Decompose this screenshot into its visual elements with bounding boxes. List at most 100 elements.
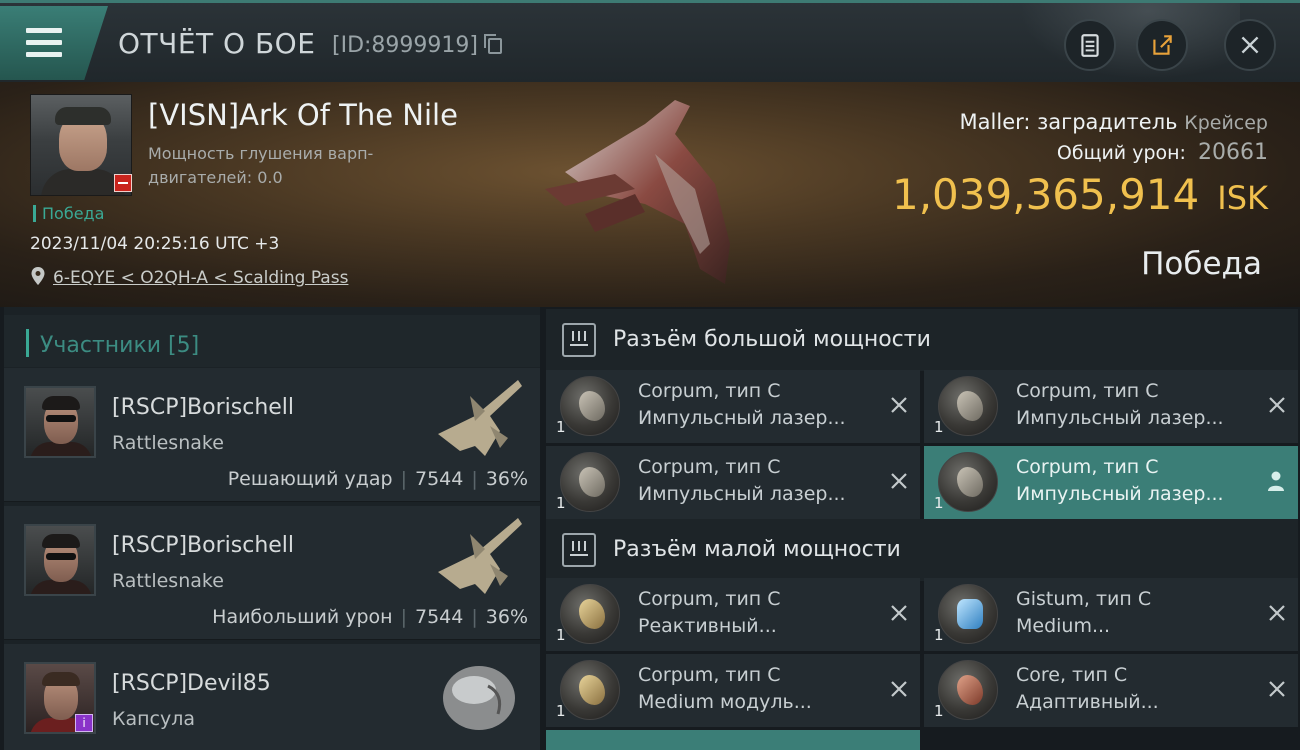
reactive-armor-icon [560, 584, 620, 644]
participant-percent: 36% [485, 468, 528, 490]
module-item[interactable]: 1 Corpum, тип C Импульсный лазер... [546, 370, 920, 443]
warp-scramble-label: Мощность глушения варп-двигателей: 0.0 [148, 144, 374, 187]
high-slot-header: Разъём большой мощности [546, 309, 1298, 371]
avatar-shoulders [30, 580, 92, 594]
header-decoration [1010, 3, 1240, 85]
participant-damage: 7544 [415, 468, 464, 490]
location-pin-icon [31, 267, 45, 285]
module-item[interactable]: 1 Corpum, тип C Реактивный... [546, 578, 920, 651]
module-item[interactable]: 1 Corpum, тип C Импульсный лазер... [546, 446, 920, 519]
close-button[interactable] [1224, 19, 1276, 71]
shield-extender-icon [938, 584, 998, 644]
module-desc: Импульсный лазер... [1016, 483, 1224, 505]
isk-amount: 1,039,365,914 [891, 170, 1200, 219]
participant-name: [RSCP]Borischell [112, 395, 295, 420]
module-desc: Импульсный лазер... [638, 483, 846, 505]
pulse-laser-icon [938, 452, 998, 512]
total-damage-value: 20661 [1198, 140, 1268, 165]
avatar-shoulders [30, 442, 92, 456]
module-icon-glyph [957, 675, 983, 705]
armor-module-icon [560, 660, 620, 720]
portrait-cap [55, 107, 111, 125]
module-desc: Импульсный лазер... [638, 407, 846, 429]
module-desc: Адаптивный... [1016, 691, 1159, 713]
separator: | [471, 606, 478, 628]
module-quantity: 1 [556, 702, 566, 720]
avatar-hair [42, 672, 80, 686]
low-slot-icon [562, 533, 596, 567]
portrait-body [41, 169, 125, 195]
rattlesnake-ship-image [438, 380, 522, 456]
module-icon-glyph [957, 467, 983, 497]
separator: | [471, 468, 478, 490]
module-quantity: 1 [934, 494, 944, 512]
module-item-partial[interactable] [546, 730, 920, 750]
copy-icon[interactable] [484, 34, 502, 54]
destroyed-icon [891, 397, 907, 413]
participant-card[interactable]: i [RSCP]Devil85 Капсула [4, 644, 540, 750]
module-item[interactable]: 1 Corpum, тип C Импульсный лазер... [924, 370, 1298, 443]
participants-header: Участники [5] [4, 315, 540, 367]
module-icon-glyph [579, 599, 605, 629]
share-icon [1153, 35, 1172, 55]
report-id: [ID:8999919] [332, 33, 478, 58]
module-name: Corpum, тип C [638, 456, 781, 478]
destroyed-icon [1269, 681, 1285, 697]
total-damage-label: Общий урон: [1056, 142, 1186, 164]
menu-icon-line [26, 52, 62, 57]
victim-ship-image[interactable] [525, 94, 755, 294]
module-name: Core, тип C [1016, 664, 1128, 686]
module-desc: Medium... [1016, 615, 1111, 637]
avatar[interactable] [24, 386, 96, 458]
battle-result: Победа [1141, 246, 1262, 282]
participant-role: Наибольший урон | 7544 | 36% [212, 606, 528, 628]
location-link[interactable]: 6-EQYE < O2QH-A < Scalding Pass [53, 268, 348, 288]
participant-name: [RSCP]Borischell [112, 533, 295, 558]
clipboard-button[interactable] [1064, 19, 1116, 71]
module-item[interactable]: 1 Corpum, тип C Medium модуль... [546, 654, 920, 727]
module-item-active[interactable]: 1 Corpum, тип C Импульсный лазер... [924, 446, 1298, 519]
module-quantity: 1 [556, 418, 566, 436]
total-damage: Общий урон: 20661 [1057, 140, 1268, 165]
security-status-badge [114, 174, 132, 192]
separator: | [400, 468, 407, 490]
destroyed-icon [891, 605, 907, 621]
victim-name[interactable]: [VISN]Ark Of The Nile [148, 98, 458, 132]
high-slot-title: Разъём большой мощности [613, 327, 931, 352]
participant-card[interactable]: [RSCP]Borischell Rattlesnake Наибольший … [4, 506, 540, 640]
module-name: Corpum, тип C [1016, 380, 1159, 402]
participant-ship: Rattlesnake [112, 432, 224, 454]
menu-button[interactable] [0, 6, 108, 80]
participants-panel: Участники [5] [RSCP]Borischell Rattlesna… [4, 307, 540, 750]
menu-icon [26, 28, 62, 33]
top-bar: ОТЧЁТ О БОЕ [ID:8999919] [0, 0, 1300, 85]
low-slot-header: Разъём малой мощности [546, 519, 1298, 581]
destroyed-icon [891, 473, 907, 489]
dropped-person-icon [1268, 471, 1284, 491]
close-icon [1241, 36, 1259, 54]
destroyed-icon [1269, 605, 1285, 621]
module-icon-glyph [579, 391, 605, 421]
module-item[interactable]: 1 Core, тип C Адаптивный... [924, 654, 1298, 727]
avatar-hair [42, 534, 80, 548]
ship-class: Крейсер [1184, 112, 1268, 134]
avatar[interactable] [24, 524, 96, 596]
module-quantity: 1 [556, 626, 566, 644]
participants-title: Участники [5] [40, 333, 200, 358]
low-slot-title: Разъём малой мощности [613, 537, 901, 562]
module-quantity: 1 [934, 702, 944, 720]
participant-ship: Rattlesnake [112, 570, 224, 592]
module-item[interactable]: 1 Gistum, тип C Medium... [924, 578, 1298, 651]
avatar-glasses [46, 553, 76, 560]
module-quantity: 1 [934, 626, 944, 644]
menu-icon-line [26, 40, 62, 45]
avatar-hair [42, 396, 80, 410]
module-icon-glyph [579, 467, 605, 497]
destroyed-icon [1269, 397, 1285, 413]
module-icon-glyph [957, 599, 983, 629]
pulse-laser-icon [560, 452, 620, 512]
share-button[interactable] [1136, 19, 1188, 71]
participant-card[interactable]: [RSCP]Borischell Rattlesnake Решающий уд… [4, 368, 540, 502]
rattlesnake-ship-image [438, 518, 522, 594]
module-name: Gistum, тип C [1016, 588, 1152, 610]
